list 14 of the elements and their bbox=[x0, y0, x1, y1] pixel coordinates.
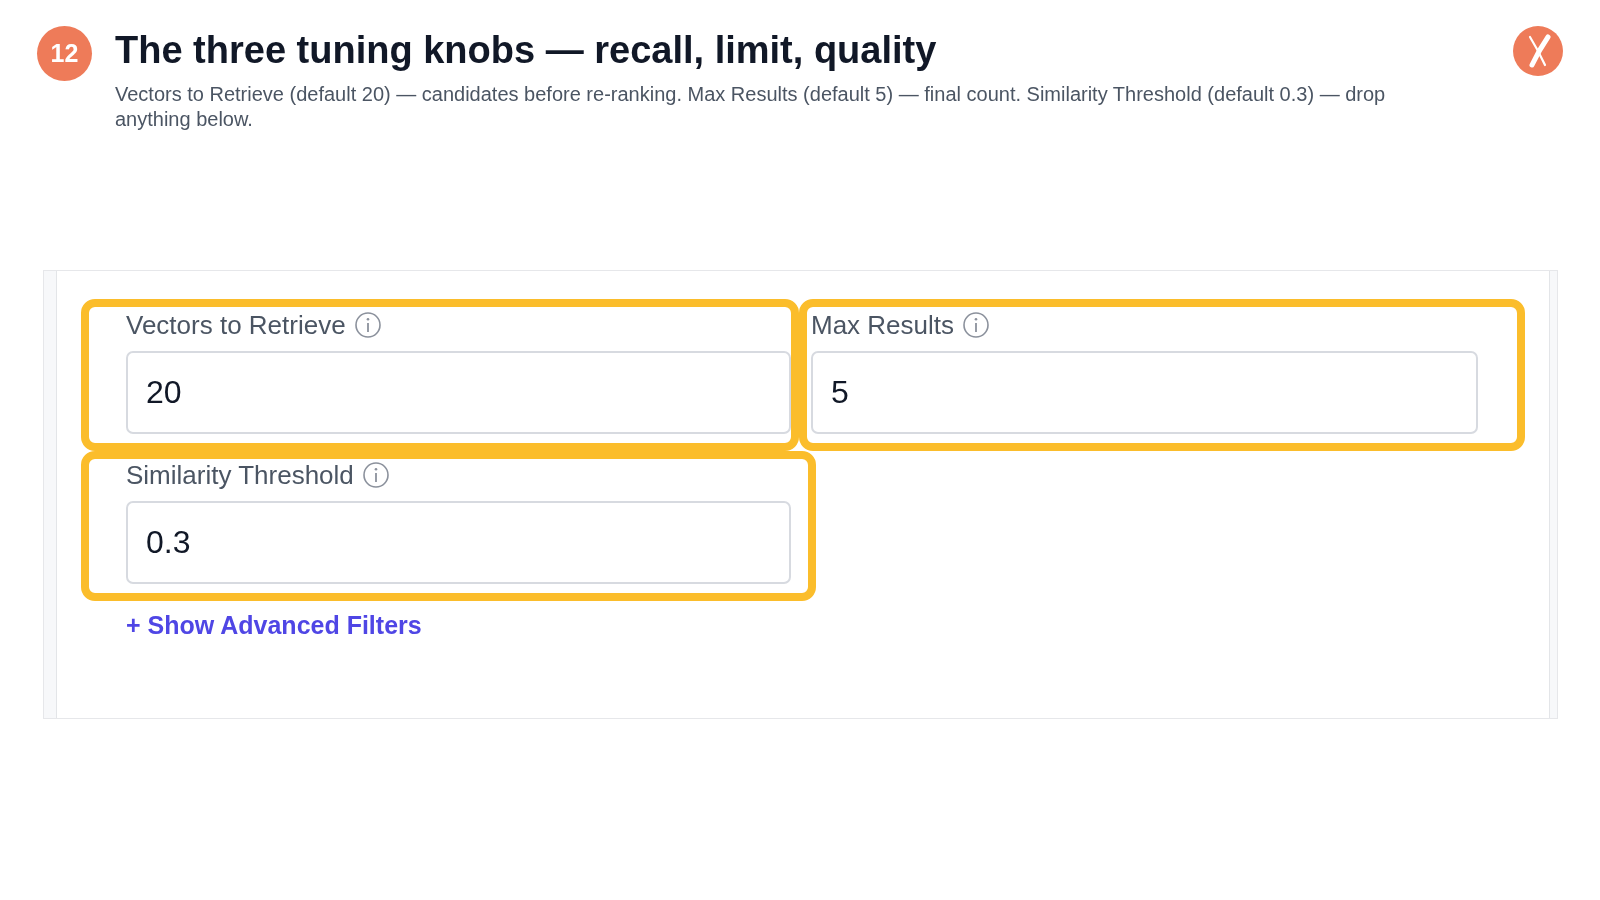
slide-subtitle: Vectors to Retrieve (default 20) — candidates before re-ranking. Max Results (default 5) — final count. Similarity Threshold (default 0.3) — drop anything below. bbox=[115, 82, 1387, 132]
show-advanced-filters-link[interactable]: + Show Advanced Filters bbox=[126, 610, 422, 640]
input-field[interactable]: 0.3 bbox=[126, 501, 791, 584]
input-field[interactable]: 5 bbox=[811, 351, 1478, 434]
field-label: Max Results bbox=[811, 310, 955, 340]
slide-title: The three tuning knobs — recall, limit, quality bbox=[115, 29, 938, 72]
info-icon[interactable] bbox=[354, 312, 381, 338]
info-icon[interactable] bbox=[362, 462, 389, 488]
field-label: Similarity Threshold bbox=[126, 460, 354, 490]
field-label: Vectors to Retrieve bbox=[126, 310, 346, 340]
input-field[interactable]: 20 bbox=[126, 351, 791, 434]
logo-icon bbox=[1513, 26, 1563, 76]
info-icon[interactable] bbox=[963, 312, 990, 338]
step-badge: 12 bbox=[37, 26, 92, 81]
